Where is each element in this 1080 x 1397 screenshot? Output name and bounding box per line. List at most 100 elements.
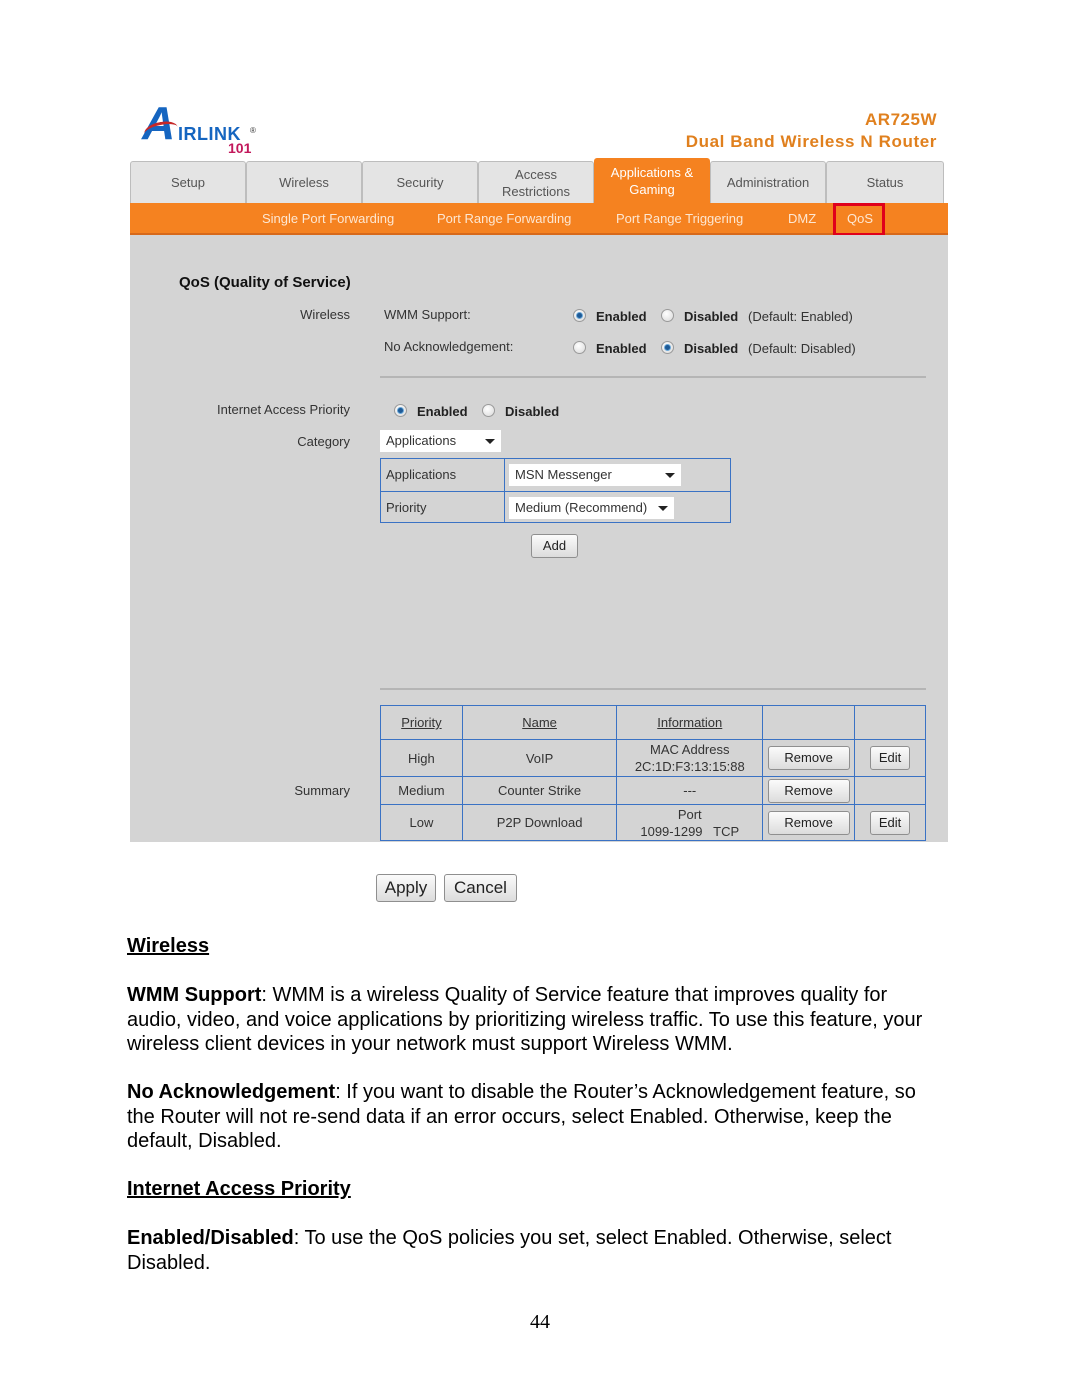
tab-wireless[interactable]: Wireless	[246, 161, 362, 203]
row-remove-cell: Remove	[762, 804, 856, 841]
row-edit-cell: Edit	[854, 804, 926, 841]
wmm-disabled-radio[interactable]	[661, 309, 674, 322]
priority-row: Priority Medium (Recommend)	[381, 491, 730, 524]
row-name: VoIP	[461, 739, 618, 777]
grid-divider	[504, 459, 505, 522]
registered-mark: ®	[250, 126, 256, 135]
row-remove-cell: Remove	[762, 739, 856, 777]
logo-number: 101	[228, 140, 252, 156]
noack-enabled-radio[interactable]	[573, 341, 586, 354]
heading-wireless: Wireless	[127, 935, 210, 957]
iap-label: Internet Access Priority	[217, 402, 350, 417]
wmm-disabled-label: Disabled	[684, 309, 739, 324]
applications-select[interactable]: MSN Messenger	[509, 464, 681, 486]
info-line-1: Port	[677, 806, 702, 822]
applications-value: MSN Messenger	[515, 467, 612, 482]
category-label: Category	[297, 434, 350, 449]
divider	[380, 376, 926, 378]
category-value: Applications	[386, 433, 457, 448]
header-priority[interactable]: Priority	[380, 705, 463, 740]
paragraph-enabled-disabled: Enabled/Disabled: To use the QoS policie…	[127, 1226, 947, 1275]
row-information: Port 1099-1299 TCP	[616, 804, 764, 841]
priority-select[interactable]: Medium (Recommend)	[509, 497, 674, 519]
iap-enabled-radio[interactable]	[394, 404, 407, 417]
apply-button[interactable]: Apply	[376, 874, 436, 902]
iap-disabled-label: Disabled	[505, 404, 560, 419]
row-remove-cell: Remove	[762, 776, 856, 805]
chevron-down-icon	[658, 506, 668, 511]
remove-button[interactable]: Remove	[767, 778, 850, 803]
noack-disabled-label: Disabled	[684, 341, 739, 356]
subnav-single-port-forwarding[interactable]: Single Port Forwarding	[262, 211, 394, 226]
wmm-support-label: WMM Support:	[384, 307, 471, 322]
iap-enabled-label: Enabled	[417, 404, 468, 419]
tab-applications-gaming[interactable]: Applications & Gaming	[594, 158, 710, 203]
summary-table: Priority Name Information High VoIP MAC …	[380, 705, 926, 841]
row-name: Counter Strike	[461, 776, 618, 805]
summary-header-row: Priority Name Information	[380, 705, 926, 740]
term-no-ack: No Acknowledgement	[127, 1081, 336, 1103]
applications-row: Applications MSN Messenger	[381, 459, 730, 491]
info-line-1: MAC Address	[650, 742, 730, 757]
wireless-label: Wireless	[300, 307, 350, 322]
heading-iap: Internet Access Priority	[127, 1178, 351, 1200]
page-number: 44	[530, 1311, 550, 1333]
tab-access-restrictions[interactable]: Access Restrictions	[478, 161, 594, 203]
airlink-logo: A IRLINK ® 101	[142, 100, 262, 156]
tab-status[interactable]: Status	[826, 161, 944, 203]
application-form: Applications MSN Messenger Priority Medi…	[380, 458, 731, 523]
wmm-enabled-radio[interactable]	[573, 309, 586, 322]
wmm-default-note: (Default: Enabled)	[748, 309, 853, 324]
noack-default-note: (Default: Disabled)	[748, 341, 856, 356]
noack-enabled-label: Enabled	[596, 341, 647, 356]
noack-disabled-radio[interactable]	[661, 341, 674, 354]
remove-button[interactable]: Remove	[767, 746, 850, 770]
header-name[interactable]: Name	[461, 705, 618, 740]
subnav-port-range-triggering[interactable]: Port Range Triggering	[616, 211, 743, 226]
table-row: Medium Counter Strike --- Remove	[380, 776, 926, 805]
section-title: QoS (Quality of Service)	[179, 274, 351, 291]
chevron-down-icon	[485, 439, 495, 444]
category-select[interactable]: Applications	[380, 430, 501, 452]
row-information: MAC Address 2C:1D:F3:13:15:88	[616, 739, 764, 777]
remove-button[interactable]: Remove	[767, 810, 850, 835]
row-edit-cell	[854, 776, 926, 805]
tab-setup[interactable]: Setup	[130, 161, 246, 203]
divider	[380, 688, 926, 690]
header-edit	[854, 705, 926, 740]
info-line-2: 1099-1299 TCP	[640, 823, 740, 839]
product-name: Dual Band Wireless N Router	[685, 132, 937, 151]
paragraph-wmm: WMM Support: WMM is a wireless Quality o…	[127, 983, 947, 1057]
info-line-2: 2C:1D:F3:13:15:88	[634, 759, 745, 774]
iap-disabled-radio[interactable]	[482, 404, 495, 417]
applications-label: Applications	[386, 467, 457, 482]
model-number: AR725W	[865, 110, 937, 129]
subnav-dmz[interactable]: DMZ	[788, 211, 816, 226]
table-row: High VoIP MAC Address 2C:1D:F3:13:15:88 R…	[380, 739, 926, 777]
tab-security[interactable]: Security	[362, 161, 478, 203]
row-information: ---	[616, 776, 764, 805]
row-edit-cell: Edit	[854, 739, 926, 777]
subnav-port-range-forwarding[interactable]: Port Range Forwarding	[437, 211, 571, 226]
add-button[interactable]: Add	[531, 534, 578, 558]
summary-label: Summary	[294, 783, 350, 798]
table-row: Low P2P Download Port 1099-1299 TCP Remov…	[380, 804, 926, 841]
row-priority: Low	[380, 804, 463, 841]
term-wmm-support: WMM Support	[127, 984, 262, 1006]
row-priority: Medium	[380, 776, 463, 805]
tab-administration[interactable]: Administration	[710, 161, 826, 203]
edit-button[interactable]: Edit	[870, 746, 911, 770]
priority-value: Medium (Recommend)	[515, 500, 648, 515]
qos-highlight-box	[833, 203, 885, 236]
priority-label: Priority	[386, 500, 427, 515]
row-name: P2P Download	[461, 804, 618, 841]
row-priority: High	[380, 739, 463, 777]
wmm-enabled-label: Enabled	[596, 309, 647, 324]
cancel-button[interactable]: Cancel	[444, 874, 517, 902]
no-ack-label: No Acknowledgement:	[384, 339, 514, 354]
header-information[interactable]: Information	[616, 705, 764, 740]
paragraph-no-ack: No Acknowledgement: If you want to disab…	[127, 1080, 947, 1154]
product-header: AR725W Dual Band Wireless N Router	[686, 110, 937, 154]
edit-button[interactable]: Edit	[870, 810, 911, 835]
term-enabled-disabled: Enabled/Disabled	[127, 1227, 294, 1249]
